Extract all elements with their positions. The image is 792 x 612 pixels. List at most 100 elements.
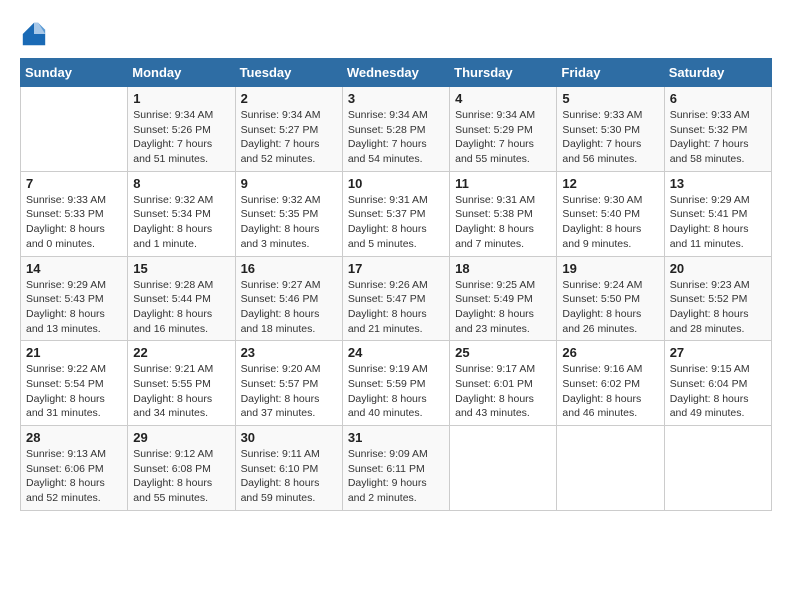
day-number: 1 xyxy=(133,91,229,106)
day-number: 11 xyxy=(455,176,551,191)
day-number: 8 xyxy=(133,176,229,191)
weekday-header-monday: Monday xyxy=(128,59,235,87)
day-number: 4 xyxy=(455,91,551,106)
day-number: 22 xyxy=(133,345,229,360)
calendar-cell: 3 Sunrise: 9:34 AMSunset: 5:28 PMDaylight… xyxy=(342,87,449,172)
calendar-cell: 9 Sunrise: 9:32 AMSunset: 5:35 PMDaylight… xyxy=(235,171,342,256)
day-info: Sunrise: 9:16 AMSunset: 6:02 PMDaylight:… xyxy=(562,362,658,421)
day-info: Sunrise: 9:26 AMSunset: 5:47 PMDaylight:… xyxy=(348,278,444,337)
day-info: Sunrise: 9:12 AMSunset: 6:08 PMDaylight:… xyxy=(133,447,229,506)
logo xyxy=(20,20,52,48)
day-number: 7 xyxy=(26,176,122,191)
calendar-cell: 23 Sunrise: 9:20 AMSunset: 5:57 PMDayligh… xyxy=(235,341,342,426)
weekday-header-row: SundayMondayTuesdayWednesdayThursdayFrid… xyxy=(21,59,772,87)
day-number: 29 xyxy=(133,430,229,445)
day-info: Sunrise: 9:27 AMSunset: 5:46 PMDaylight:… xyxy=(241,278,337,337)
day-info: Sunrise: 9:32 AMSunset: 5:35 PMDaylight:… xyxy=(241,193,337,252)
day-info: Sunrise: 9:22 AMSunset: 5:54 PMDaylight:… xyxy=(26,362,122,421)
weekday-header-sunday: Sunday xyxy=(21,59,128,87)
day-info: Sunrise: 9:21 AMSunset: 5:55 PMDaylight:… xyxy=(133,362,229,421)
calendar-cell: 14Sunrise: 9:29 AMSunset: 5:43 PMDayligh… xyxy=(21,256,128,341)
day-number: 26 xyxy=(562,345,658,360)
calendar-cell: 21 Sunrise: 9:22 AMSunset: 5:54 PMDayligh… xyxy=(21,341,128,426)
day-info: Sunrise: 9:33 AMSunset: 5:30 PMDaylight:… xyxy=(562,108,658,167)
week-row-2: 7 Sunrise: 9:33 AMSunset: 5:33 PMDaylight… xyxy=(21,171,772,256)
day-info: Sunrise: 9:33 AMSunset: 5:32 PMDaylight:… xyxy=(670,108,766,167)
day-info: Sunrise: 9:20 AMSunset: 5:57 PMDaylight:… xyxy=(241,362,337,421)
calendar-cell: 30 Sunrise: 9:11 AMSunset: 6:10 PMDayligh… xyxy=(235,426,342,511)
day-info: Sunrise: 9:23 AMSunset: 5:52 PMDaylight:… xyxy=(670,278,766,337)
day-number: 31 xyxy=(348,430,444,445)
calendar-cell: 10Sunrise: 9:31 AMSunset: 5:37 PMDayligh… xyxy=(342,171,449,256)
day-info: Sunrise: 9:34 AMSunset: 5:28 PMDaylight:… xyxy=(348,108,444,167)
day-number: 3 xyxy=(348,91,444,106)
weekday-header-tuesday: Tuesday xyxy=(235,59,342,87)
calendar-cell: 15 Sunrise: 9:28 AMSunset: 5:44 PMDayligh… xyxy=(128,256,235,341)
weekday-header-saturday: Saturday xyxy=(664,59,771,87)
logo-icon xyxy=(20,20,48,48)
calendar-cell: 1 Sunrise: 9:34 AMSunset: 5:26 PMDaylight… xyxy=(128,87,235,172)
calendar-cell: 11 Sunrise: 9:31 AMSunset: 5:38 PMDayligh… xyxy=(450,171,557,256)
calendar-cell: 17 Sunrise: 9:26 AMSunset: 5:47 PMDayligh… xyxy=(342,256,449,341)
calendar-cell: 29 Sunrise: 9:12 AMSunset: 6:08 PMDayligh… xyxy=(128,426,235,511)
weekday-header-friday: Friday xyxy=(557,59,664,87)
week-row-1: 1 Sunrise: 9:34 AMSunset: 5:26 PMDaylight… xyxy=(21,87,772,172)
day-number: 20 xyxy=(670,261,766,276)
calendar-cell: 8Sunrise: 9:32 AMSunset: 5:34 PMDaylight… xyxy=(128,171,235,256)
calendar-cell xyxy=(664,426,771,511)
day-number: 10 xyxy=(348,176,444,191)
day-info: Sunrise: 9:31 AMSunset: 5:38 PMDaylight:… xyxy=(455,193,551,252)
day-info: Sunrise: 9:09 AMSunset: 6:11 PMDaylight:… xyxy=(348,447,444,506)
day-number: 9 xyxy=(241,176,337,191)
day-number: 19 xyxy=(562,261,658,276)
day-number: 30 xyxy=(241,430,337,445)
day-info: Sunrise: 9:34 AMSunset: 5:26 PMDaylight:… xyxy=(133,108,229,167)
day-info: Sunrise: 9:13 AMSunset: 6:06 PMDaylight:… xyxy=(26,447,122,506)
calendar-cell: 18 Sunrise: 9:25 AMSunset: 5:49 PMDayligh… xyxy=(450,256,557,341)
day-number: 2 xyxy=(241,91,337,106)
calendar-cell: 13 Sunrise: 9:29 AMSunset: 5:41 PMDayligh… xyxy=(664,171,771,256)
calendar-cell: 7 Sunrise: 9:33 AMSunset: 5:33 PMDaylight… xyxy=(21,171,128,256)
day-info: Sunrise: 9:11 AMSunset: 6:10 PMDaylight:… xyxy=(241,447,337,506)
calendar-cell: 31 Sunrise: 9:09 AMSunset: 6:11 PMDayligh… xyxy=(342,426,449,511)
calendar-cell: 5 Sunrise: 9:33 AMSunset: 5:30 PMDaylight… xyxy=(557,87,664,172)
calendar-cell: 24 Sunrise: 9:19 AMSunset: 5:59 PMDayligh… xyxy=(342,341,449,426)
weekday-header-thursday: Thursday xyxy=(450,59,557,87)
day-info: Sunrise: 9:33 AMSunset: 5:33 PMDaylight:… xyxy=(26,193,122,252)
day-info: Sunrise: 9:25 AMSunset: 5:49 PMDaylight:… xyxy=(455,278,551,337)
day-number: 12 xyxy=(562,176,658,191)
calendar-cell: 2 Sunrise: 9:34 AMSunset: 5:27 PMDaylight… xyxy=(235,87,342,172)
calendar-cell: 26 Sunrise: 9:16 AMSunset: 6:02 PMDayligh… xyxy=(557,341,664,426)
day-number: 6 xyxy=(670,91,766,106)
day-number: 18 xyxy=(455,261,551,276)
day-info: Sunrise: 9:34 AMSunset: 5:27 PMDaylight:… xyxy=(241,108,337,167)
calendar-cell: 6 Sunrise: 9:33 AMSunset: 5:32 PMDaylight… xyxy=(664,87,771,172)
weekday-header-wednesday: Wednesday xyxy=(342,59,449,87)
day-info: Sunrise: 9:34 AMSunset: 5:29 PMDaylight:… xyxy=(455,108,551,167)
day-info: Sunrise: 9:29 AMSunset: 5:41 PMDaylight:… xyxy=(670,193,766,252)
calendar-cell: 28 Sunrise: 9:13 AMSunset: 6:06 PMDayligh… xyxy=(21,426,128,511)
day-info: Sunrise: 9:29 AMSunset: 5:43 PMDaylight:… xyxy=(26,278,122,337)
day-number: 24 xyxy=(348,345,444,360)
calendar-cell: 4 Sunrise: 9:34 AMSunset: 5:29 PMDaylight… xyxy=(450,87,557,172)
day-number: 23 xyxy=(241,345,337,360)
calendar-cell xyxy=(21,87,128,172)
page-header xyxy=(20,20,772,48)
day-info: Sunrise: 9:19 AMSunset: 5:59 PMDaylight:… xyxy=(348,362,444,421)
day-info: Sunrise: 9:24 AMSunset: 5:50 PMDaylight:… xyxy=(562,278,658,337)
day-number: 21 xyxy=(26,345,122,360)
day-number: 25 xyxy=(455,345,551,360)
day-number: 17 xyxy=(348,261,444,276)
calendar-cell: 25Sunrise: 9:17 AMSunset: 6:01 PMDayligh… xyxy=(450,341,557,426)
day-number: 5 xyxy=(562,91,658,106)
week-row-3: 14Sunrise: 9:29 AMSunset: 5:43 PMDayligh… xyxy=(21,256,772,341)
calendar-cell xyxy=(450,426,557,511)
calendar-table: SundayMondayTuesdayWednesdayThursdayFrid… xyxy=(20,58,772,511)
day-number: 13 xyxy=(670,176,766,191)
day-number: 15 xyxy=(133,261,229,276)
day-number: 28 xyxy=(26,430,122,445)
day-number: 27 xyxy=(670,345,766,360)
day-info: Sunrise: 9:28 AMSunset: 5:44 PMDaylight:… xyxy=(133,278,229,337)
day-number: 16 xyxy=(241,261,337,276)
calendar-cell: 20 Sunrise: 9:23 AMSunset: 5:52 PMDayligh… xyxy=(664,256,771,341)
